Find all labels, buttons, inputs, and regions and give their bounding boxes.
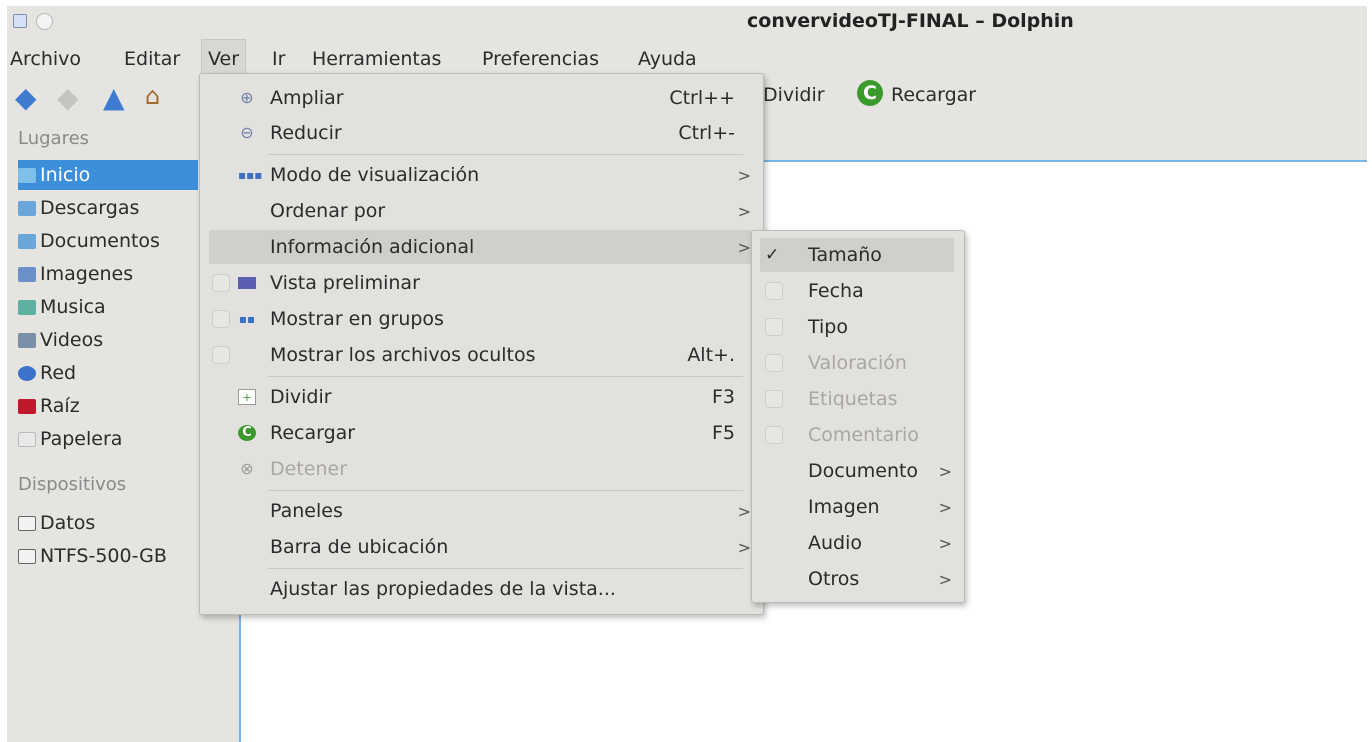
groups-icon: ▪▪ [238,312,256,326]
device-datos[interactable]: Datos [18,508,95,538]
drive-icon [18,548,36,564]
place-imagenes[interactable]: Imagenes [18,259,133,289]
window-title: convervideoTJ-FINAL – Dolphin [747,10,1074,32]
separator [268,568,743,569]
checkbox[interactable] [765,282,783,300]
submenu-arrow-icon: > [737,201,751,221]
submenu-item-fecha[interactable]: Fecha [752,274,964,308]
submenu-item-etiquetas[interactable]: Etiquetas [752,382,964,416]
submenu-arrow-icon: > [737,501,751,521]
submenu-arrow-icon: > [737,237,751,257]
menu-item-ampliar[interactable]: ⊕ Ampliar Ctrl++ [200,81,763,115]
submenu-arrow-icon: > [938,461,952,481]
separator [268,376,743,377]
submenu-item-tamano[interactable]: ✓ Tamaño [760,238,954,272]
separator [268,490,743,491]
submenu-arrow-icon: > [737,165,751,185]
toolbar-dividir-button[interactable]: Dividir [763,84,825,106]
menu-item-info-adicional[interactable]: Información adicional > [209,230,754,264]
ver-menu: ⊕ Ampliar Ctrl++ ⊖ Reducir Ctrl+- ▪▪▪ Modo de… [199,73,764,615]
folder-video-icon [18,332,36,348]
reload-icon: C [238,425,256,441]
menu-bar: Archivo Editar Ver Ir Herramientas Prefe… [7,39,1367,73]
place-raiz[interactable]: Raíz [18,391,80,421]
menu-item-paneles[interactable]: Paneles > [200,494,763,528]
menu-archivo[interactable]: Archivo [10,48,81,70]
folder-music-icon [18,299,36,315]
menu-item-archivos-ocultos[interactable]: Mostrar los archivos ocultos Alt+. [200,338,763,372]
trash-icon [18,431,36,447]
checkbox[interactable] [765,426,783,444]
menu-item-ajustar[interactable]: Ajustar las propiedades de la vista... [200,572,763,606]
places-section-title: Lugares [18,128,90,149]
menu-item-barra-ubicacion[interactable]: Barra de ubicación > [200,530,763,564]
menu-editar[interactable]: Editar [124,48,180,70]
home-icon[interactable]: ⌂ [145,84,160,108]
menu-herramientas[interactable]: Herramientas [312,48,441,70]
submenu-arrow-icon: > [938,569,952,589]
folder-root-icon [18,398,36,414]
folder-home-icon [18,167,36,183]
drive-icon [18,515,36,531]
place-inicio[interactable]: Inicio [18,160,198,190]
menu-ver[interactable]: Ver [201,39,247,73]
menu-ayuda[interactable]: Ayuda [638,48,697,70]
checkbox[interactable] [765,354,783,372]
checkbox[interactable] [765,318,783,336]
place-musica[interactable]: Musica [18,292,106,322]
menu-item-dividir[interactable]: + Dividir F3 [200,380,763,414]
reload-icon[interactable]: C [857,80,883,106]
checkbox[interactable] [765,390,783,408]
submenu-item-valoracion[interactable]: Valoración [752,346,964,380]
submenu-item-otros[interactable]: Otros > [752,562,964,596]
checkbox[interactable] [212,346,230,364]
submenu-item-imagen[interactable]: Imagen > [752,490,964,524]
menu-preferencias[interactable]: Preferencias [482,48,599,70]
menu-item-recargar[interactable]: C Recargar F5 [200,416,763,450]
checkbox[interactable] [212,310,230,328]
checkmark-icon: ✓ [765,245,780,265]
title-bar: convervideoTJ-FINAL – Dolphin [7,6,1367,38]
app-icon [13,14,27,28]
menu-item-vista-preliminar[interactable]: Vista preliminar [200,266,763,300]
submenu-item-comentario[interactable]: Comentario [752,418,964,452]
separator [268,154,743,155]
place-descargas[interactable]: Descargas [18,193,139,223]
submenu-arrow-icon: > [938,497,952,517]
place-papelera[interactable]: Papelera [18,424,122,454]
device-ntfs[interactable]: NTFS-500-GB [18,541,167,571]
view-mode-icon: ▪▪▪ [238,168,263,182]
folder-images-icon [18,266,36,282]
submenu-item-documento[interactable]: Documento > [752,454,964,488]
submenu-arrow-icon: > [938,533,952,553]
up-arrow-icon[interactable]: ▲ [103,84,125,112]
devices-section-title: Dispositivos [18,474,127,495]
place-videos[interactable]: Videos [18,325,103,355]
menu-ir[interactable]: Ir [272,48,285,70]
menu-item-ordenar[interactable]: Ordenar por > [200,194,763,228]
zoom-in-icon: ⊕ [240,88,254,107]
menu-item-mostrar-grupos[interactable]: ▪▪ Mostrar en grupos [200,302,763,336]
preview-icon [238,277,256,289]
folder-download-icon [18,200,36,216]
menu-item-modo[interactable]: ▪▪▪ Modo de visualización > [200,158,763,192]
forward-arrow-icon[interactable]: ◆ [57,84,79,112]
submenu-item-tipo[interactable]: Tipo [752,310,964,344]
zoom-out-icon: ⊖ [240,123,254,142]
folder-icon [18,233,36,249]
place-red[interactable]: Red [18,358,76,388]
checkbox[interactable] [212,274,230,292]
window-menu-button[interactable] [36,13,53,30]
menu-item-reducir[interactable]: ⊖ Reducir Ctrl+- [200,116,763,150]
menu-item-detener[interactable]: ⊗ Detener [200,452,763,486]
place-documentos[interactable]: Documentos [18,226,160,256]
submenu-item-audio[interactable]: Audio > [752,526,964,560]
stop-icon: ⊗ [240,459,254,478]
info-adicional-submenu: ✓ Tamaño Fecha Tipo Valoración Etiquetas … [751,230,965,603]
network-globe-icon [18,365,36,381]
submenu-arrow-icon: > [737,537,751,557]
back-arrow-icon[interactable]: ◆ [15,84,37,112]
split-icon: + [238,389,256,405]
toolbar-recargar-button[interactable]: Recargar [891,84,976,106]
